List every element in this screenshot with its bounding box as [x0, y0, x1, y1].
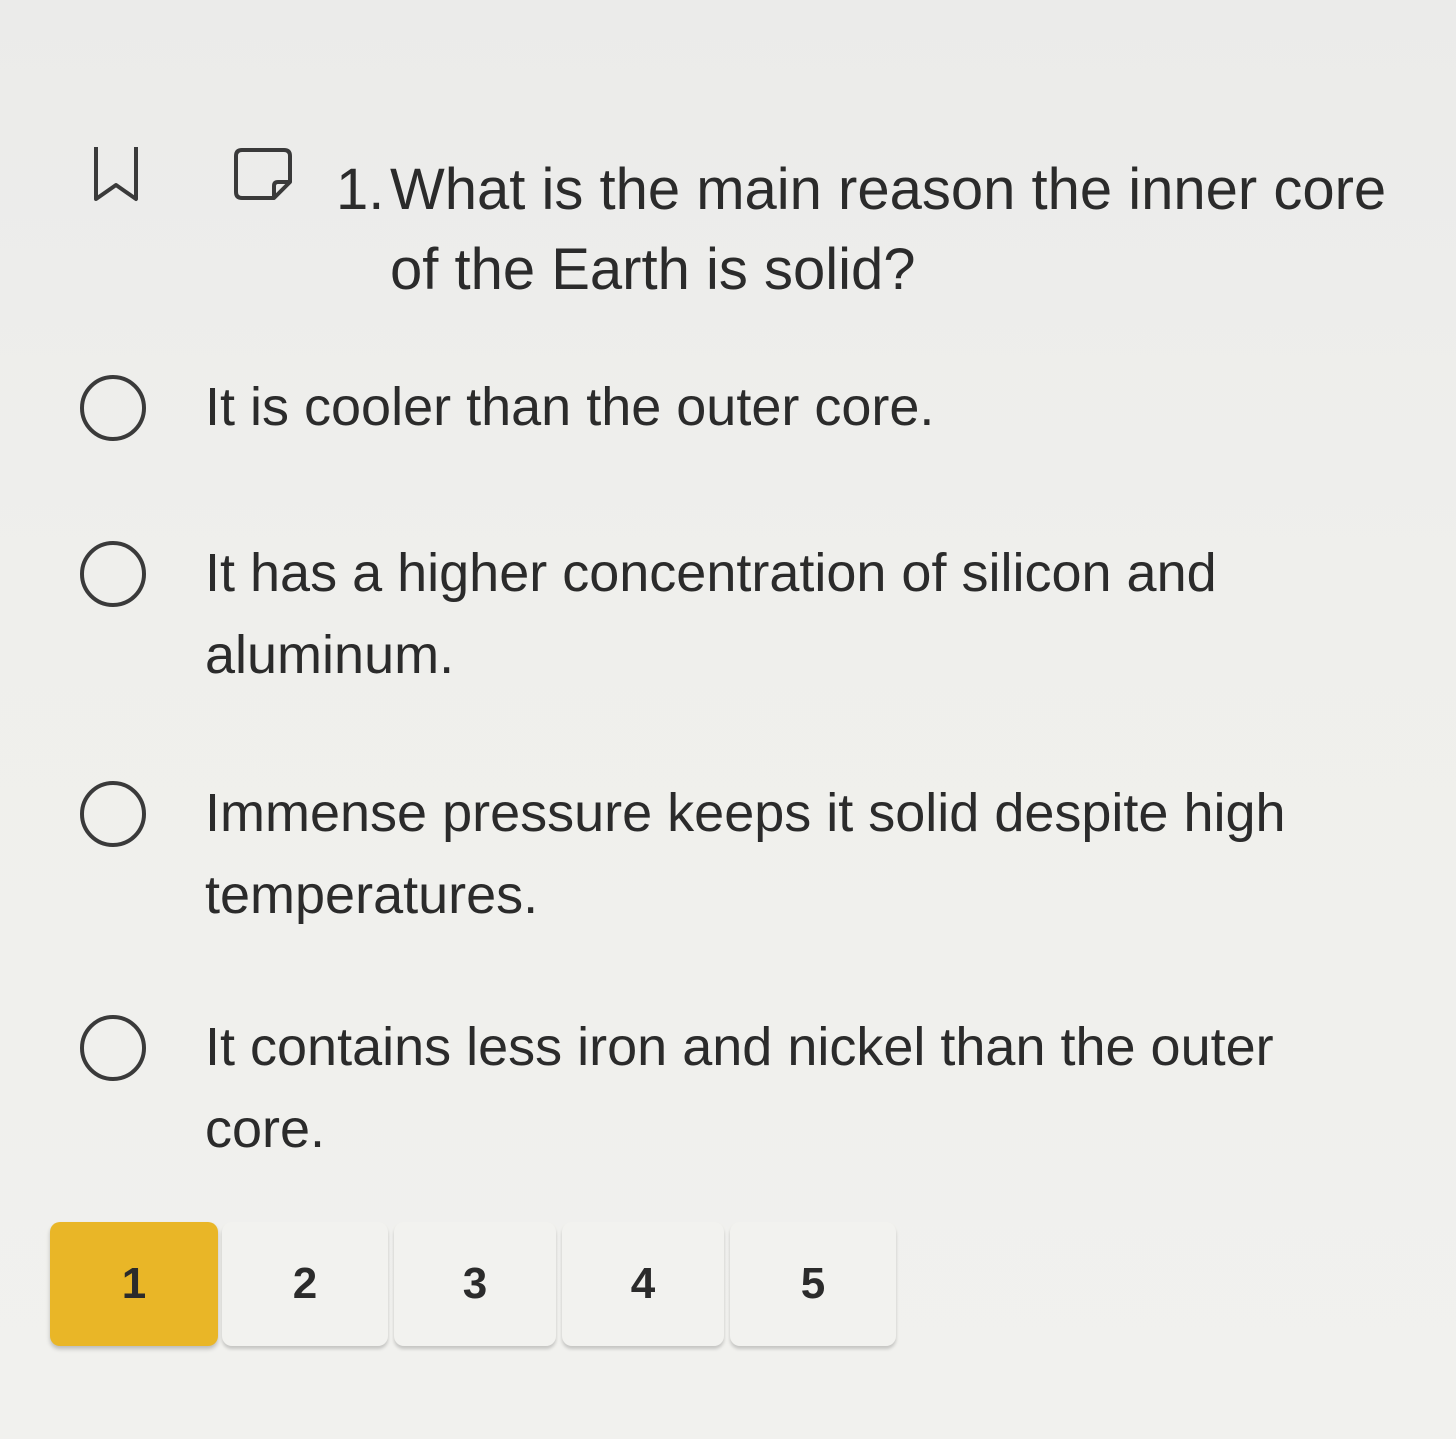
note-icon[interactable]: [232, 146, 294, 202]
page-button-2[interactable]: 2: [222, 1222, 388, 1346]
question: 1. What is the main reason the inner cor…: [336, 150, 1396, 310]
page-button-1[interactable]: 1: [50, 1222, 218, 1346]
answer-option-label: It contains less iron and nickel than th…: [205, 1017, 1274, 1159]
page-button-5[interactable]: 5: [730, 1222, 896, 1346]
answer-option-label: It has a higher concentration of silicon…: [205, 543, 1217, 685]
answer-option-4[interactable]: It contains less iron and nickel than th…: [80, 1006, 1380, 1170]
answer-option-3[interactable]: Immense pressure keeps it solid despite …: [80, 772, 1380, 936]
question-text: What is the main reason the inner core o…: [390, 157, 1387, 302]
quiz-page: 1. What is the main reason the inner cor…: [0, 0, 1456, 1439]
answer-option-2[interactable]: It has a higher concentration of silicon…: [80, 532, 1380, 696]
radio-button-4[interactable]: [80, 1015, 146, 1081]
answer-option-label: Immense pressure keeps it solid despite …: [205, 783, 1286, 925]
radio-button-3[interactable]: [80, 781, 146, 847]
question-number: 1.: [336, 157, 385, 222]
answer-option-1[interactable]: It is cooler than the outer core.: [80, 366, 1380, 448]
page-button-4[interactable]: 4: [562, 1222, 724, 1346]
radio-button-1[interactable]: [80, 375, 146, 441]
page-button-3[interactable]: 3: [394, 1222, 556, 1346]
bookmark-icon[interactable]: [92, 143, 140, 203]
answer-option-label: It is cooler than the outer core.: [205, 377, 935, 437]
radio-button-2[interactable]: [80, 541, 146, 607]
